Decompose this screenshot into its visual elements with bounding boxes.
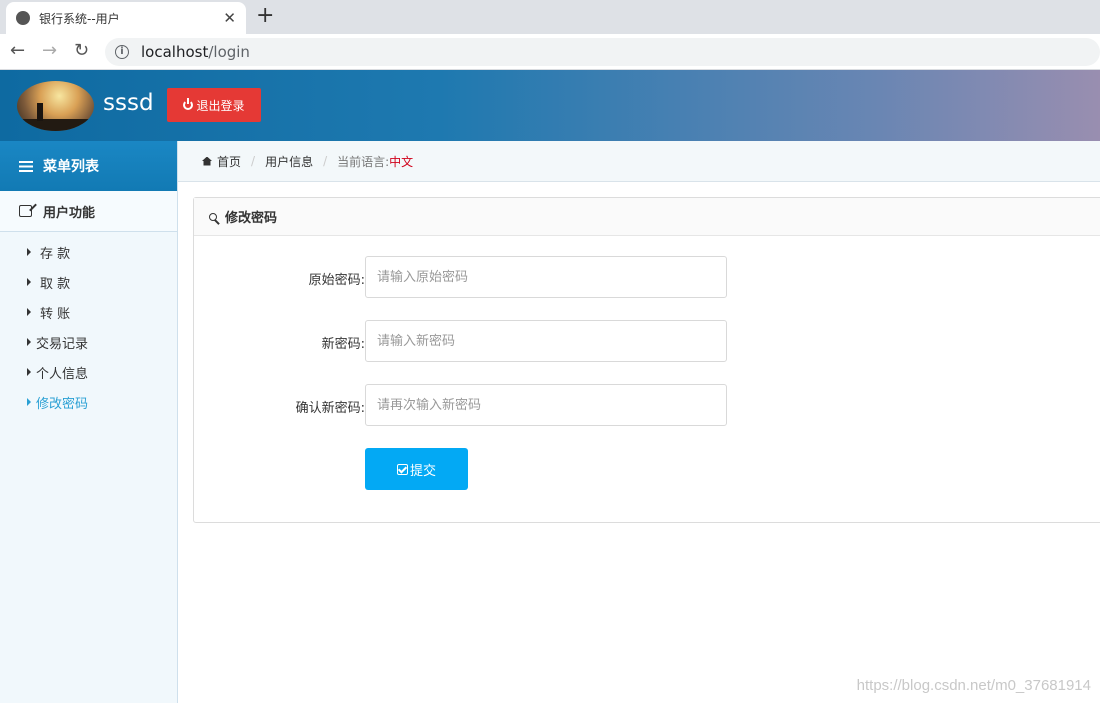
panel-header: 修改密码 xyxy=(194,198,1100,236)
browser-tab[interactable]: 银行系统--用户 ✕ xyxy=(6,2,246,34)
sidebar-item-transactions[interactable]: 交易记录 xyxy=(0,327,177,357)
close-tab-icon[interactable]: ✕ xyxy=(223,9,236,27)
submit-label: 提交 xyxy=(409,462,436,478)
app-header: sssd 退出登录 xyxy=(0,70,1100,141)
sidebar-item-label: 个人信息 xyxy=(36,366,89,382)
watermark: https://blog.csdn.net/m0_37681914 xyxy=(856,677,1091,694)
globe-icon xyxy=(16,11,30,25)
sidebar-item-label: 修改密码 xyxy=(36,396,89,412)
language-label: 当前语言: xyxy=(337,154,390,169)
language-value[interactable]: 中文 xyxy=(389,153,413,170)
confirm-password-label: 确认新密码: xyxy=(295,401,365,416)
address-bar: ← → ↻ i localhost/login xyxy=(0,34,1100,70)
sidebar-item-profile[interactable]: 个人信息 xyxy=(0,357,177,387)
new-tab-icon[interactable]: + xyxy=(256,4,274,28)
tab-title: 银行系统--用户 xyxy=(39,11,120,26)
breadcrumb-separator: / xyxy=(323,154,328,168)
change-password-panel: 修改密码 原始密码: 新密码: 确认新密码: 提交 xyxy=(193,197,1100,523)
logout-label: 退出登录 xyxy=(196,98,245,113)
sidebar: 菜单列表 用户功能 存 款 取 款 转 账 交易记录 个人信息 修改密码 xyxy=(0,141,178,703)
breadcrumb-current[interactable]: 用户信息 xyxy=(265,153,313,170)
caret-right-icon xyxy=(27,308,31,316)
panel-title: 修改密码 xyxy=(225,211,278,226)
caret-right-icon xyxy=(27,368,31,376)
info-icon[interactable]: i xyxy=(115,45,129,59)
list-icon xyxy=(19,160,33,172)
sidebar-group-label: 用户功能 xyxy=(43,205,96,221)
form-row-old-password: 原始密码: xyxy=(194,256,1100,298)
sidebar-item-change-password[interactable]: 修改密码 xyxy=(0,387,177,417)
logout-button[interactable]: 退出登录 xyxy=(167,88,261,122)
sidebar-item-label: 存 款 xyxy=(40,246,71,262)
url-host: localhost xyxy=(141,43,209,61)
url-text: localhost/login xyxy=(141,43,250,61)
sidebar-header: 菜单列表 xyxy=(0,141,177,191)
sidebar-item-label: 转 账 xyxy=(40,306,71,322)
form-row-confirm-password: 确认新密码: xyxy=(194,384,1100,426)
browser-tab-bar: 银行系统--用户 ✕ + xyxy=(0,0,1100,34)
caret-right-icon xyxy=(27,278,31,286)
caret-right-icon xyxy=(27,398,31,406)
avatar-ground xyxy=(17,119,94,131)
form-row-new-password: 新密码: xyxy=(194,320,1100,362)
sidebar-item-label: 交易记录 xyxy=(36,336,89,352)
new-password-label: 新密码: xyxy=(321,337,365,352)
key-icon xyxy=(209,212,217,221)
reload-icon[interactable]: ↻ xyxy=(74,40,89,62)
breadcrumb-home[interactable]: 首页 xyxy=(217,153,241,170)
sidebar-group-user-functions[interactable]: 用户功能 xyxy=(0,191,177,232)
edit-icon xyxy=(19,205,32,217)
sidebar-item-transfer[interactable]: 转 账 xyxy=(0,297,177,327)
url-path: /login xyxy=(208,43,250,61)
confirm-password-field[interactable] xyxy=(365,384,727,426)
new-password-field[interactable] xyxy=(365,320,727,362)
sidebar-item-label: 取 款 xyxy=(40,276,71,292)
sidebar-title: 菜单列表 xyxy=(43,159,99,175)
home-icon xyxy=(202,156,212,166)
breadcrumb-separator: / xyxy=(251,154,256,168)
breadcrumb: 首页 / 用户信息 / 当前语言: 中文 xyxy=(178,141,1100,182)
caret-right-icon xyxy=(27,338,31,346)
username: sssd xyxy=(103,90,154,116)
power-icon xyxy=(183,98,194,110)
avatar-figure xyxy=(37,103,43,121)
caret-right-icon xyxy=(27,248,31,256)
old-password-label: 原始密码: xyxy=(308,273,365,288)
sidebar-item-withdraw[interactable]: 取 款 xyxy=(0,267,177,297)
avatar xyxy=(17,81,94,131)
old-password-field[interactable] xyxy=(365,256,727,298)
check-square-icon xyxy=(396,463,408,475)
submit-button[interactable]: 提交 xyxy=(365,448,468,490)
forward-arrow-icon[interactable]: → xyxy=(42,40,57,62)
sidebar-item-deposit[interactable]: 存 款 xyxy=(0,237,177,267)
back-arrow-icon[interactable]: ← xyxy=(10,40,25,62)
url-field[interactable]: i localhost/login xyxy=(105,38,1100,66)
sidebar-menu: 存 款 取 款 转 账 交易记录 个人信息 修改密码 xyxy=(0,232,177,417)
